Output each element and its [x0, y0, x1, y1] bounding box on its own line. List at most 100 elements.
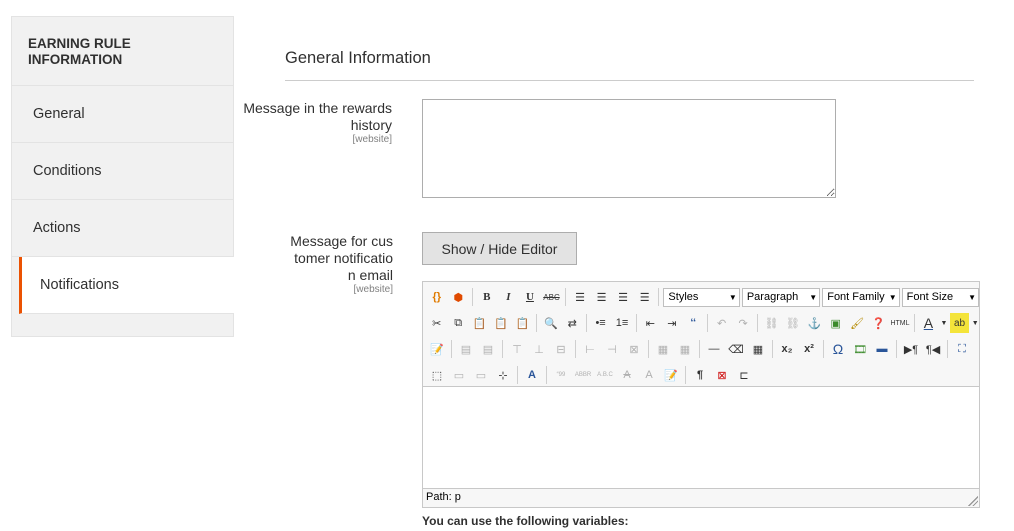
image-icon[interactable]: ▣ [826, 313, 845, 333]
subscript-button[interactable]: x₂ [777, 339, 797, 359]
move-forward-icon[interactable]: ▭ [449, 365, 469, 385]
help-icon[interactable]: ❓ [869, 313, 888, 333]
absolute-position-icon[interactable]: ⊹ [493, 365, 513, 385]
special-char-button[interactable]: Ω [828, 339, 848, 359]
table-cell-props-icon[interactable]: ▤ [478, 339, 498, 359]
cut-icon[interactable]: ✂ [427, 313, 446, 333]
outdent-icon[interactable]: ⇤ [641, 313, 660, 333]
insert-text-icon[interactable]: A [639, 365, 659, 385]
editor-content-area[interactable] [423, 386, 979, 489]
show-hide-editor-button[interactable]: Show / Hide Editor [422, 232, 577, 265]
numbered-list-icon[interactable]: 1≡ [612, 313, 631, 333]
styles-dropdown[interactable]: Styles ▼ [663, 287, 740, 307]
sidebar-item-conditions[interactable]: Conditions [12, 143, 233, 200]
paste-text-icon[interactable]: 📋 [491, 313, 510, 333]
merge-cells-icon[interactable]: ▦ [675, 339, 695, 359]
toolbar-separator [947, 340, 948, 358]
style-props-icon[interactable]: A [522, 365, 542, 385]
toolbar-separator [772, 340, 773, 358]
paste-word-icon[interactable]: 📋 [513, 313, 532, 333]
history-message-label: Message in the rewards history [website] [242, 100, 392, 146]
background-color-icon[interactable]: ab [949, 313, 970, 333]
split-cells-icon[interactable]: ▦ [653, 339, 673, 359]
copy-icon[interactable]: ⧉ [448, 313, 467, 333]
align-left-icon[interactable]: ☰ [570, 287, 590, 307]
remove-format-icon[interactable]: ⌫ [726, 339, 746, 359]
toolbar-separator [565, 288, 567, 306]
paste-icon[interactable]: 📋 [470, 313, 489, 333]
redo-icon[interactable]: ↷ [733, 313, 752, 333]
rtl-icon[interactable]: ¶◀ [923, 339, 943, 359]
toolbar-separator [648, 340, 649, 358]
undo-icon[interactable]: ↶ [712, 313, 731, 333]
scope-label: [website] [352, 134, 392, 145]
insert-row-after-icon[interactable]: ⊥ [529, 339, 549, 359]
align-center-icon[interactable]: ☰ [592, 287, 612, 307]
delete-row-icon[interactable]: ⊟ [551, 339, 571, 359]
email-message-label: Message for customer notification email … [242, 233, 393, 296]
align-justify-icon[interactable]: ☰ [635, 287, 655, 307]
paragraph-dropdown[interactable]: Paragraph ▼ [741, 287, 821, 307]
earning-rule-sidebar: EARNING RULE INFORMATION General Conditi… [11, 16, 234, 337]
editor-path: Path: p [426, 491, 461, 503]
find-icon[interactable]: 🔍 [541, 313, 560, 333]
superscript-button[interactable]: x² [799, 339, 819, 359]
indent-icon[interactable]: ⇥ [662, 313, 681, 333]
toolbar-separator [517, 366, 518, 384]
sidebar-item-actions[interactable]: Actions [12, 200, 233, 257]
strikethrough-button[interactable]: ABC [542, 287, 562, 307]
unlink-icon[interactable]: ⛓ [783, 313, 802, 333]
abbr-icon[interactable]: ABBR [573, 365, 593, 385]
text-color-icon[interactable]: A [919, 313, 938, 333]
insert-row-before-icon[interactable]: ⊤ [507, 339, 527, 359]
cleanup-icon[interactable]: 🖌 [847, 313, 866, 333]
chevron-down-icon[interactable]: ▼ [971, 313, 979, 333]
resize-handle-icon[interactable] [968, 496, 978, 506]
history-message-textarea[interactable] [422, 99, 836, 198]
variables-note: You can use the following variables: [422, 514, 629, 528]
template-icon[interactable]: ⊏ [734, 365, 754, 385]
ltr-icon[interactable]: ▶¶ [901, 339, 921, 359]
font-family-dropdown[interactable]: Font Family ▼ [822, 287, 900, 307]
show-blocks-button[interactable]: ¶ [690, 365, 710, 385]
non-breaking-icon[interactable]: ⊠ [712, 365, 732, 385]
paragraph-dropdown-label: Paragraph [746, 291, 799, 303]
anchor-icon[interactable]: ⚓ [805, 313, 824, 333]
bold-button[interactable]: B [477, 287, 497, 307]
font-size-dropdown[interactable]: Font Size ▼ [901, 287, 979, 307]
horizontal-rule-icon[interactable]: — [704, 339, 724, 359]
cite-icon[interactable]: “99 [551, 365, 571, 385]
replace-icon[interactable]: ⇄ [563, 313, 582, 333]
html-source-button[interactable]: HTML [890, 313, 909, 333]
insert-variable-icon[interactable]: {} [427, 287, 447, 307]
delete-text-icon[interactable]: A [617, 365, 637, 385]
sidebar-item-general[interactable]: General [12, 86, 233, 143]
insert-col-after-icon[interactable]: ⊣ [602, 339, 622, 359]
insert-col-before-icon[interactable]: ⊢ [580, 339, 600, 359]
table-row-props-icon[interactable]: ▤ [456, 339, 476, 359]
fullscreen-icon[interactable]: ⛶ [952, 339, 972, 359]
bullet-list-icon[interactable]: •≡ [591, 313, 610, 333]
align-right-icon[interactable]: ☰ [613, 287, 633, 307]
blockquote-icon[interactable]: ‘‘ [684, 313, 703, 333]
media-icon[interactable]: 🎞 [850, 339, 870, 359]
toolbar-separator [635, 314, 637, 332]
underline-button[interactable]: U [520, 287, 540, 307]
attributes-icon[interactable]: 📝 [661, 365, 681, 385]
move-backward-icon[interactable]: ▭ [471, 365, 491, 385]
insert-widget-icon[interactable]: ⬢ [449, 287, 469, 307]
chevron-down-icon[interactable]: ▼ [940, 313, 948, 333]
font-family-dropdown-label: Font Family [827, 291, 885, 303]
table-icon[interactable]: ▦ [748, 339, 768, 359]
insert-layer-icon[interactable]: ⬚ [427, 365, 447, 385]
acronym-icon[interactable]: A.B.C [595, 365, 615, 385]
toolbar-separator [502, 340, 503, 358]
toolbar-separator [756, 314, 758, 332]
edit-content-icon[interactable]: 📝 [427, 339, 447, 359]
italic-button[interactable]: I [499, 287, 519, 307]
editor-toolbar-row-2: ✂ ⧉ 📋 📋 📋 🔍 ⇄ •≡ 1≡ ⇤ ⇥ ‘‘ ↶ ↷ ⛓ ⛓ ⚓ ▣ 🖌… [423, 310, 979, 336]
sidebar-item-notifications[interactable]: Notifications [19, 257, 234, 314]
link-icon[interactable]: ⛓ [762, 313, 781, 333]
page-break-icon[interactable]: ▬ [872, 339, 892, 359]
delete-col-icon[interactable]: ⊠ [624, 339, 644, 359]
